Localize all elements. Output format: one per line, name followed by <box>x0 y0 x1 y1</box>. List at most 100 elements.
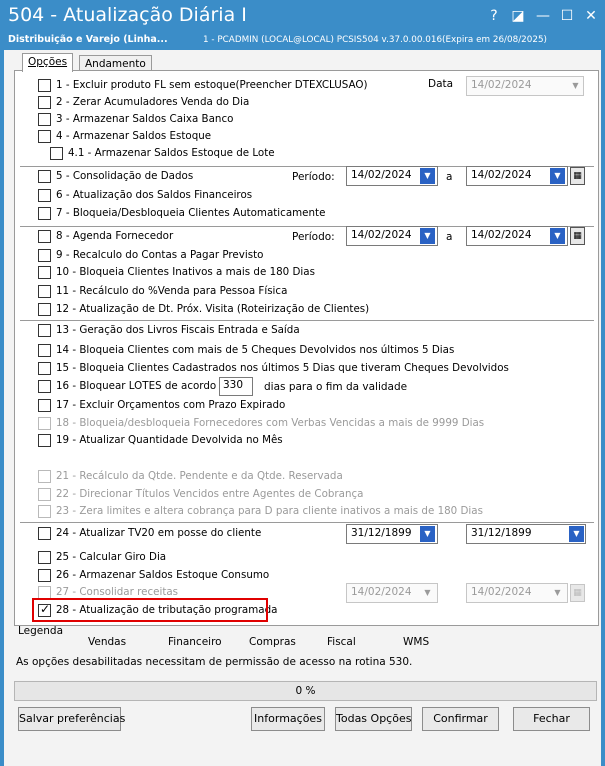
option-5-checkbox[interactable] <box>38 170 51 183</box>
periodo-24-end-value: 31/12/1899 <box>471 527 532 539</box>
periodo-27-end-dropdown-icon: ▼ <box>554 588 561 597</box>
session-info: 1 - PCADMIN (LOCAL@LOCAL) PCSIS504 v.37.… <box>203 35 547 45</box>
confirm-button[interactable]: Confirmar <box>422 707 499 731</box>
option-11-checkbox[interactable] <box>38 285 51 298</box>
option-8-checkbox[interactable] <box>38 230 51 243</box>
option-19-label: 19 - Atualizar Quantidade Devolvida no M… <box>56 434 283 446</box>
option-8-label: 8 - Agenda Fornecedor <box>56 230 174 242</box>
permission-message: As opções desabilitadas necessitam de pe… <box>16 656 413 668</box>
option-12-label: 12 - Atualização de Dt. Próx. Visita (Ro… <box>56 303 370 315</box>
calendar-icon[interactable]: ▦ <box>570 227 585 245</box>
option-14-label: 14 - Bloqueia Clientes com mais de 5 Che… <box>56 344 455 356</box>
option-4-1-checkbox[interactable] <box>50 147 63 160</box>
data-label: Data <box>428 78 454 90</box>
option-16-checkbox[interactable] <box>38 380 51 393</box>
option-13-label: 13 - Geração dos Livros Fiscais Entrada … <box>56 324 300 336</box>
window-title: 504 - Atualização Diária I <box>8 4 247 26</box>
periodo-8-end-dropdown-icon[interactable]: ▼ <box>550 228 565 244</box>
periodo-24-end[interactable]: 31/12/1899 <box>466 524 586 544</box>
option-16-label: 16 - Bloquear LOTES de acordo co <box>56 380 232 392</box>
option-27-label: 27 - Consolidar receitas <box>56 586 179 598</box>
option-25-checkbox[interactable] <box>38 551 51 564</box>
highlight-box <box>32 598 268 622</box>
maximize-icon[interactable]: ☐ <box>557 7 577 25</box>
periodo-24-start-dropdown-icon[interactable]: ▼ <box>420 526 435 542</box>
option-21-checkbox <box>38 470 51 483</box>
option-13-checkbox[interactable] <box>38 324 51 337</box>
data-dropdown-icon: ▼ <box>572 81 579 90</box>
close-button[interactable]: Fechar <box>513 707 590 731</box>
option-9-checkbox[interactable] <box>38 249 51 262</box>
lotes-days-value: 330 <box>223 379 244 391</box>
option-17-label: 17 - Excluir Orçamentos com Prazo Expira… <box>56 399 286 411</box>
option-23-label: 23 - Zera limites e altera cobrança para… <box>56 505 483 517</box>
option-17-checkbox[interactable] <box>38 399 51 412</box>
option-5-label: 5 - Consolidação de Dados <box>56 170 194 182</box>
group-separator <box>20 522 594 523</box>
periodo-8-start-dropdown-icon[interactable]: ▼ <box>420 228 435 244</box>
option-3-checkbox[interactable] <box>38 113 51 126</box>
tab-andamento-label: Andamento <box>85 58 146 70</box>
option-6-checkbox[interactable] <box>38 189 51 202</box>
close-icon[interactable]: ✕ <box>581 7 601 25</box>
calendar-icon: ▦ <box>570 584 585 602</box>
tab-opcoes[interactable]: Opções <box>22 53 74 72</box>
option-10-label: 10 - Bloqueia Clientes Inativos a mais d… <box>56 266 315 278</box>
progress-label: 0 % <box>295 685 316 697</box>
option-21-label: 21 - Recálculo da Qtde. Pendente e da Qt… <box>56 470 343 482</box>
legend-wms: WMS <box>403 636 430 648</box>
option-19-checkbox[interactable] <box>38 434 51 447</box>
legend-fiscal: Fiscal <box>327 636 356 648</box>
minimize-icon[interactable]: — <box>533 7 553 25</box>
option-2-checkbox[interactable] <box>38 96 51 109</box>
legend-vendas: Vendas <box>88 636 127 648</box>
periodo-5-end-value: 14/02/2024 <box>471 169 532 181</box>
window-subtitle: Distribuição e Varejo (Linha... <box>8 34 168 45</box>
option-26-label: 26 - Armazenar Saldos Estoque Consumo <box>56 569 270 581</box>
calendar-icon[interactable]: ▦ <box>570 167 585 185</box>
save-preferences-button[interactable]: Salvar preferências <box>18 707 125 731</box>
periodo-a-label-8: a <box>446 231 453 243</box>
periodo-8-end-value: 14/02/2024 <box>471 229 532 241</box>
option-18-label: 18 - Bloqueia/desbloqueia Fornecedores c… <box>56 417 485 429</box>
option-24-checkbox[interactable] <box>38 527 51 540</box>
periodo-a-label-5: a <box>446 171 453 183</box>
periodo-24-start-value: 31/12/1899 <box>351 527 412 539</box>
option-23-checkbox <box>38 505 51 518</box>
option-1-label: 1 - Excluir produto FL sem estoque(Preen… <box>56 79 368 91</box>
option-4-checkbox[interactable] <box>38 130 51 143</box>
option-4-1-label: 4.1 - Armazenar Saldos Estoque de Lote <box>68 147 275 159</box>
option-24-label: 24 - Atualizar TV20 em posse do cliente <box>56 527 262 539</box>
option-14-checkbox[interactable] <box>38 344 51 357</box>
all-options-button[interactable]: Todas Opções <box>335 707 412 731</box>
legend-compras: Compras <box>249 636 296 648</box>
info-button[interactable]: Informações <box>251 707 325 731</box>
option-18-checkbox <box>38 417 51 430</box>
periodo-5-start-dropdown-icon[interactable]: ▼ <box>420 168 435 184</box>
option-26-checkbox[interactable] <box>38 569 51 582</box>
option-25-label: 25 - Calcular Giro Dia <box>56 551 167 563</box>
restore-icon[interactable]: ◪ <box>508 7 528 25</box>
option-6-label: 6 - Atualização dos Saldos Financeiros <box>56 189 253 201</box>
legend-title: Legenda <box>18 625 64 637</box>
option-7-label: 7 - Bloqueia/Desbloqueia Clientes Automa… <box>56 207 326 219</box>
option-10-checkbox[interactable] <box>38 266 51 279</box>
periodo-5-start-value: 14/02/2024 <box>351 169 412 181</box>
option-15-checkbox[interactable] <box>38 362 51 375</box>
option-7-checkbox[interactable] <box>38 207 51 220</box>
option-15-label: 15 - Bloqueia Clientes Cadastrados nos ú… <box>56 362 509 374</box>
lotes-days-input[interactable]: 330 <box>219 377 253 396</box>
option-22-label: 22 - Direcionar Títulos Vencidos entre A… <box>56 488 364 500</box>
periodo-27-start-value: 14/02/2024 <box>351 586 412 598</box>
progress-bar: 0 % <box>14 681 597 701</box>
periodo-label-5: Período: <box>292 171 335 183</box>
periodo-27-start-dropdown-icon: ▼ <box>424 588 431 597</box>
periodo-24-end-dropdown-icon[interactable]: ▼ <box>569 526 584 542</box>
option-12-checkbox[interactable] <box>38 303 51 316</box>
help-icon[interactable]: ? <box>484 7 504 25</box>
lotes-days-suffix: dias para o fim da validade <box>264 381 408 393</box>
tab-opcoes-label: Opções <box>28 56 68 68</box>
option-1-checkbox[interactable] <box>38 79 51 92</box>
option-22-checkbox <box>38 488 51 501</box>
periodo-5-end-dropdown-icon[interactable]: ▼ <box>550 168 565 184</box>
